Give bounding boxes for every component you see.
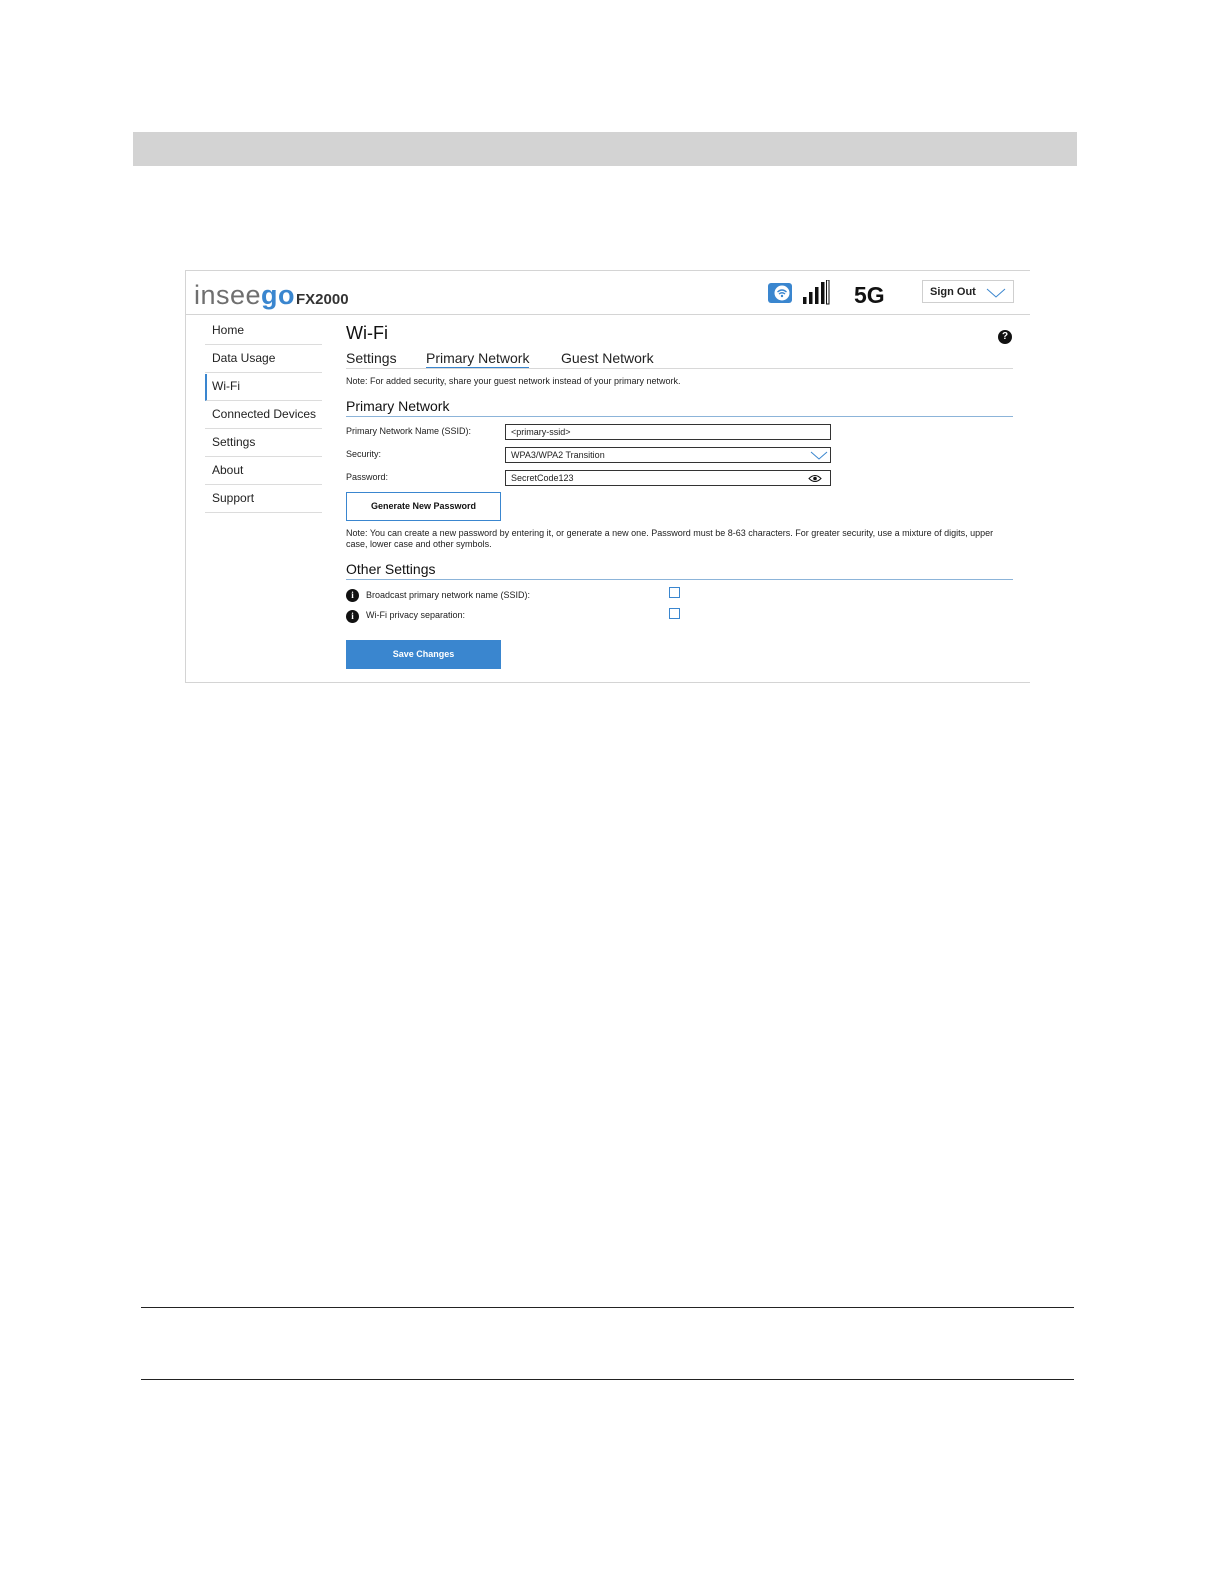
router-admin-window: inseego FX2000 5G Sign Out Home Data Usa… <box>185 270 1030 683</box>
password-input[interactable]: SecretCode123 <box>505 470 831 486</box>
chevron-down-icon <box>986 288 1006 298</box>
sign-out-dropdown[interactable]: Sign Out <box>922 280 1014 303</box>
ssid-input[interactable]: <primary-ssid> <box>505 424 831 440</box>
sign-out-label: Sign Out <box>930 286 976 298</box>
info-icon[interactable]: i <box>346 610 359 623</box>
sidebar-item-settings[interactable]: Settings <box>205 430 322 457</box>
eye-icon[interactable] <box>808 474 822 483</box>
sidebar-item-home[interactable]: Home <box>205 318 322 345</box>
sidebar-item-about[interactable]: About <box>205 458 322 485</box>
broadcast-ssid-label: Broadcast primary network name (SSID): <box>366 590 531 600</box>
broadcast-ssid-checkbox[interactable] <box>669 587 680 598</box>
wifi-status-icon <box>768 283 792 303</box>
top-header: inseego FX2000 5G Sign Out <box>186 271 1030 315</box>
security-note: Note: For added security, share your gue… <box>346 376 681 386</box>
tab-primary-network[interactable]: Primary Network <box>426 351 530 368</box>
privacy-separation-checkbox[interactable] <box>669 608 680 619</box>
sidebar-item-support[interactable]: Support <box>205 486 322 513</box>
sidebar-item-wifi[interactable]: Wi-Fi <box>205 374 322 401</box>
ssid-value: <primary-ssid> <box>511 427 571 437</box>
other-settings-heading: Other Settings <box>346 561 1013 580</box>
footer-divider-bottom <box>141 1379 1074 1380</box>
network-type-indicator: 5G <box>854 282 885 308</box>
tab-bar: Settings Primary Network Guest Network <box>346 351 1013 369</box>
sidebar-nav: Home Data Usage Wi-Fi Connected Devices … <box>205 318 322 514</box>
save-changes-button[interactable]: Save Changes <box>346 640 501 669</box>
ssid-label: Primary Network Name (SSID): <box>346 426 472 436</box>
help-icon[interactable]: ? <box>998 330 1012 344</box>
password-note: Note: You can create a new password by e… <box>346 528 994 549</box>
security-select[interactable]: WPA3/WPA2 Transition <box>505 447 831 463</box>
sidebar-item-data-usage[interactable]: Data Usage <box>205 346 322 373</box>
signal-strength-icon <box>803 280 830 305</box>
footer-divider-top <box>141 1307 1074 1308</box>
page-title: Wi-Fi <box>346 323 388 343</box>
privacy-separation-label: Wi-Fi privacy separation: <box>366 610 466 620</box>
sidebar-item-connected-devices[interactable]: Connected Devices <box>205 402 322 429</box>
password-value: SecretCode123 <box>511 473 574 483</box>
security-label: Security: <box>346 449 382 459</box>
chevron-down-icon <box>810 451 828 460</box>
device-model: FX2000 <box>296 291 349 308</box>
security-value: WPA3/WPA2 Transition <box>511 450 605 460</box>
inseego-logo: inseego <box>194 280 296 310</box>
password-label: Password: <box>346 472 389 482</box>
tab-settings[interactable]: Settings <box>346 351 397 366</box>
tab-guest-network[interactable]: Guest Network <box>561 351 654 366</box>
document-header-band <box>133 132 1077 166</box>
info-icon[interactable]: i <box>346 589 359 602</box>
primary-network-heading: Primary Network <box>346 398 1013 417</box>
generate-password-button[interactable]: Generate New Password <box>346 492 501 521</box>
